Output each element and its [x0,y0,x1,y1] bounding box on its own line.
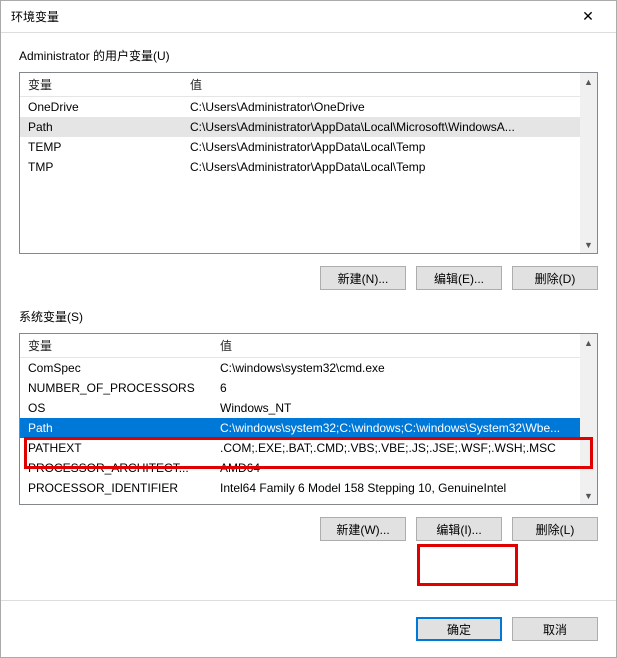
cell-var-value: C:\Users\Administrator\OneDrive [182,100,580,114]
table-row[interactable]: PathC:\Users\Administrator\AppData\Local… [20,117,597,137]
ok-button[interactable]: 确定 [416,617,502,641]
user-delete-button[interactable]: 删除(D) [512,266,598,290]
user-list-header: 变量 值 [20,73,597,97]
dialog-content: Administrator 的用户变量(U) 变量 值 OneDriveC:\U… [1,33,616,600]
scroll-up-icon[interactable]: ▲ [580,73,597,90]
cell-var-value: C:\windows\system32;C:\windows;C:\window… [212,421,580,435]
scroll-up-icon[interactable]: ▲ [580,334,597,351]
table-row[interactable]: PathC:\windows\system32;C:\windows;C:\wi… [20,418,597,438]
table-row[interactable]: PROCESSOR_IDENTIFIERIntel64 Family 6 Mod… [20,478,597,498]
scroll-track[interactable] [580,90,597,236]
sys-buttons: 新建(W)... 编辑(I)... 删除(L) [19,517,598,541]
scroll-down-icon[interactable]: ▼ [580,236,597,253]
dialog-footer: 确定 取消 [1,600,616,657]
cell-var-name: NUMBER_OF_PROCESSORS [20,381,212,395]
table-row[interactable]: OneDriveC:\Users\Administrator\OneDrive [20,97,597,117]
cell-var-name: PATHEXT [20,441,212,455]
sys-edit-button[interactable]: 编辑(I)... [416,517,502,541]
close-icon[interactable]: ✕ [568,3,608,31]
user-vars-list[interactable]: 变量 值 OneDriveC:\Users\Administrator\OneD… [19,72,598,254]
sys-delete-button[interactable]: 删除(L) [512,517,598,541]
cell-var-name: TEMP [20,140,182,154]
scroll-track[interactable] [580,351,597,487]
cell-var-value: Intel64 Family 6 Model 158 Stepping 10, … [212,481,580,495]
table-row[interactable]: ComSpecC:\windows\system32\cmd.exe [20,358,597,378]
scroll-down-icon[interactable]: ▼ [580,487,597,504]
cell-var-name: ComSpec [20,361,212,375]
cell-var-name: Path [20,421,212,435]
table-row[interactable]: TEMPC:\Users\Administrator\AppData\Local… [20,137,597,157]
table-row[interactable]: TMPC:\Users\Administrator\AppData\Local\… [20,157,597,177]
cell-var-value: 6 [212,381,580,395]
window-title: 环境变量 [11,8,568,25]
cell-var-name: TMP [20,160,182,174]
table-row[interactable]: PATHEXT.COM;.EXE;.BAT;.CMD;.VBS;.VBE;.JS… [20,438,597,458]
sys-list-header: 变量 值 [20,334,597,358]
col-header-value[interactable]: 值 [182,76,597,93]
cell-var-value: C:\Users\Administrator\AppData\Local\Tem… [182,160,580,174]
sys-vars-list[interactable]: 变量 值 ComSpecC:\windows\system32\cmd.exeN… [19,333,598,505]
user-buttons: 新建(N)... 编辑(E)... 删除(D) [19,266,598,290]
table-row[interactable]: OSWindows_NT [20,398,597,418]
cell-var-name: PROCESSOR_ARCHITECT... [20,461,212,475]
cell-var-name: OneDrive [20,100,182,114]
env-vars-dialog: 环境变量 ✕ Administrator 的用户变量(U) 变量 值 OneDr… [0,0,617,658]
cell-var-name: PROCESSOR_IDENTIFIER [20,481,212,495]
scrollbar[interactable]: ▲ ▼ [580,334,597,504]
sys-new-button[interactable]: 新建(W)... [320,517,406,541]
user-edit-button[interactable]: 编辑(E)... [416,266,502,290]
cell-var-value: C:\Users\Administrator\AppData\Local\Mic… [182,120,580,134]
cell-var-value: AMD64 [212,461,580,475]
col-header-name[interactable]: 变量 [20,76,182,93]
titlebar: 环境变量 ✕ [1,1,616,33]
sys-vars-label: 系统变量(S) [19,308,598,325]
col-header-value[interactable]: 值 [212,337,597,354]
user-new-button[interactable]: 新建(N)... [320,266,406,290]
cell-var-name: Path [20,120,182,134]
scrollbar[interactable]: ▲ ▼ [580,73,597,253]
table-row[interactable]: NUMBER_OF_PROCESSORS6 [20,378,597,398]
user-vars-label: Administrator 的用户变量(U) [19,47,598,64]
col-header-name[interactable]: 变量 [20,337,212,354]
cell-var-value: C:\Users\Administrator\AppData\Local\Tem… [182,140,580,154]
cell-var-value: C:\windows\system32\cmd.exe [212,361,580,375]
cancel-button[interactable]: 取消 [512,617,598,641]
cell-var-value: Windows_NT [212,401,580,415]
cell-var-value: .COM;.EXE;.BAT;.CMD;.VBS;.VBE;.JS;.JSE;.… [212,441,580,455]
table-row[interactable]: PROCESSOR_ARCHITECT...AMD64 [20,458,597,478]
cell-var-name: OS [20,401,212,415]
